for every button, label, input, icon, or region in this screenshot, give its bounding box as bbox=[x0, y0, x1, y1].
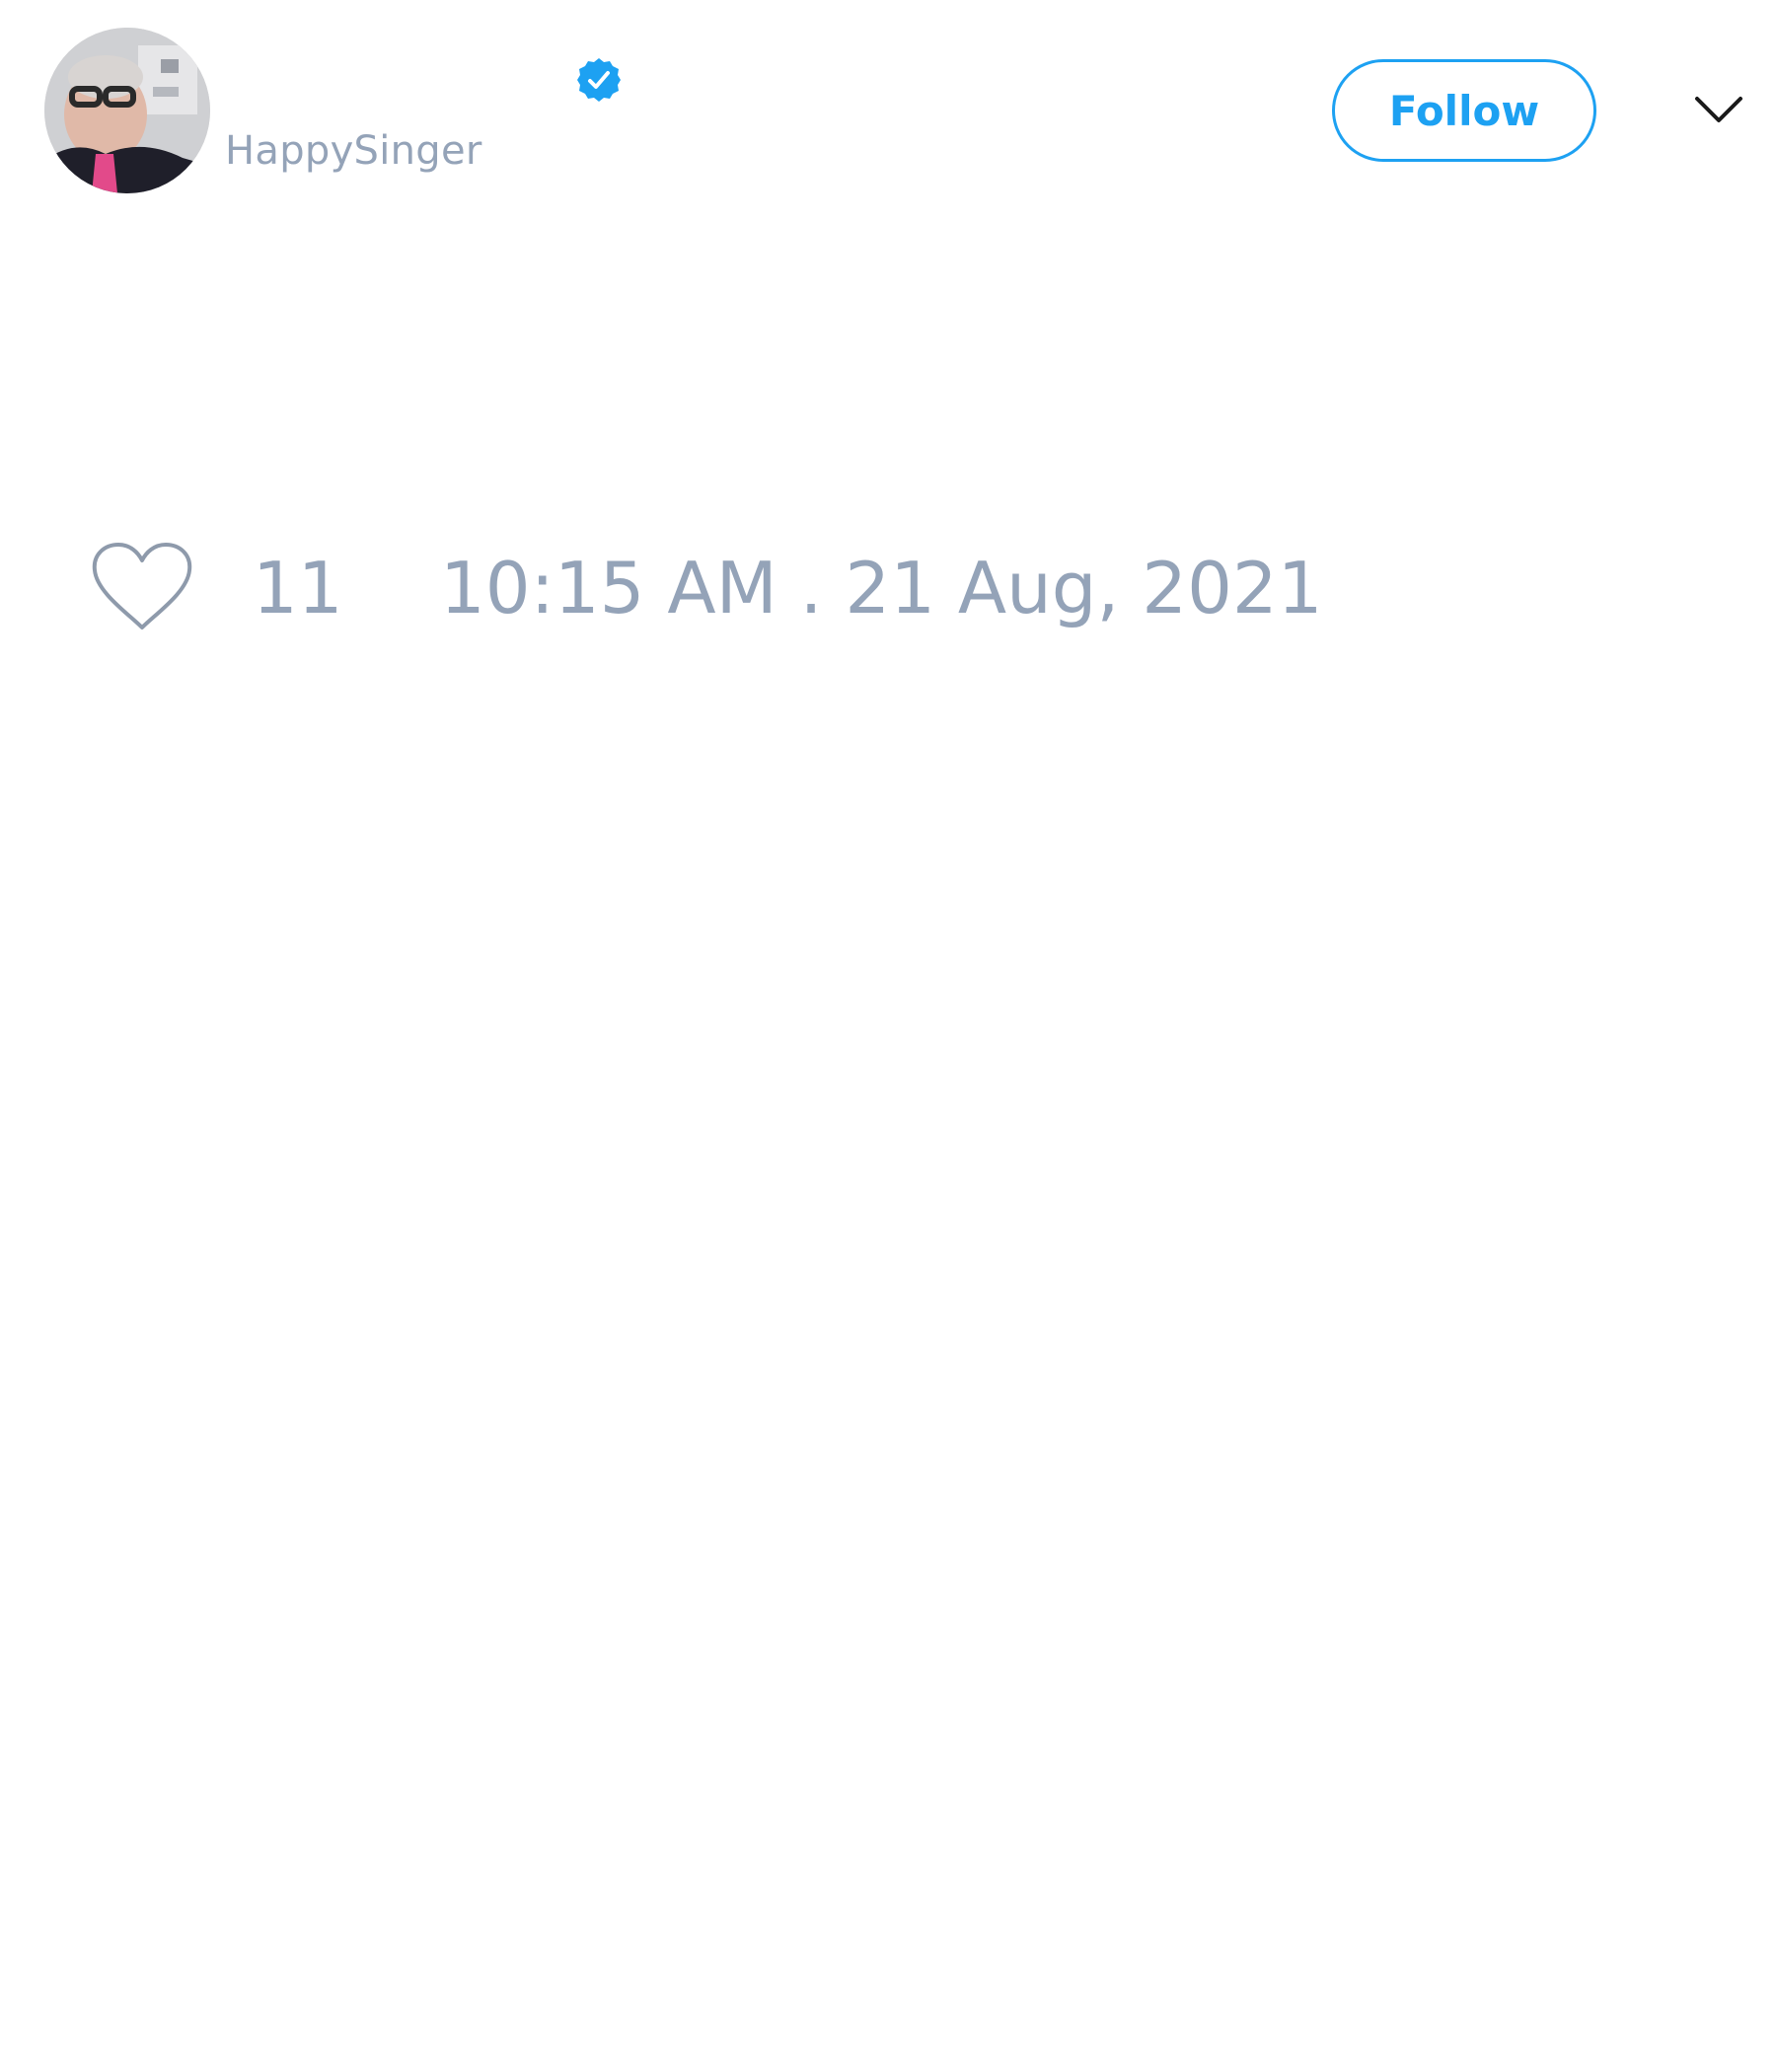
chevron-down-icon[interactable] bbox=[1693, 91, 1744, 130]
follow-button[interactable]: Follow bbox=[1332, 59, 1596, 162]
tweet-timestamp[interactable]: 10:15 AM . 21 Aug, 2021 bbox=[440, 543, 1323, 633]
verified-badge-icon bbox=[575, 56, 623, 104]
like-count: 11 bbox=[253, 547, 343, 629]
avatar-photo bbox=[44, 28, 210, 193]
heart-icon[interactable] bbox=[89, 541, 195, 635]
engagement-row: 11 10:15 AM . 21 Aug, 2021 bbox=[0, 541, 1776, 639]
avatar[interactable] bbox=[44, 28, 210, 193]
author-username[interactable]: HappySinger bbox=[225, 126, 482, 176]
tweet-card: HappySinger Follow 11 10:15 AM . 21 Aug,… bbox=[0, 0, 1776, 2072]
